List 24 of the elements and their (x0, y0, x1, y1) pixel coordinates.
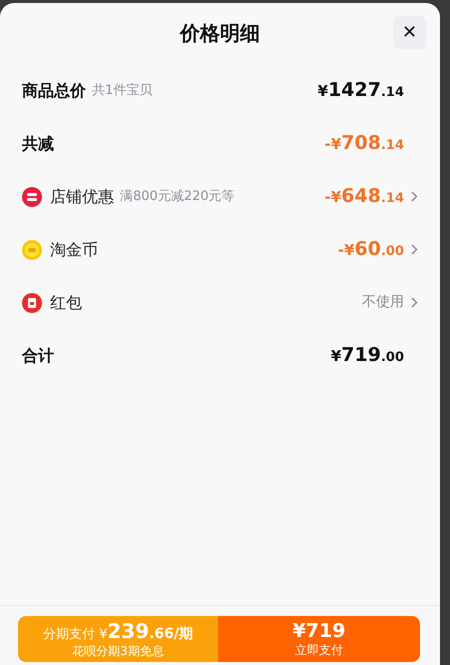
envelope-icon (22, 292, 42, 312)
row-label: 店铺优惠 (50, 186, 114, 208)
chevron-right-icon (411, 191, 418, 202)
row-value: ¥1427.14 (318, 78, 404, 104)
row-label: 共减 (22, 132, 54, 154)
row-label: 红包 (50, 292, 82, 314)
row-value: -¥708.14 (324, 131, 404, 156)
installment-pay-button[interactable]: 分期支付 ¥239.66/期 花呗分期3期免息 (18, 616, 218, 662)
row-label: 商品总价 (22, 80, 86, 102)
chevron-right-icon (411, 297, 418, 308)
chevron-right-icon (411, 244, 418, 255)
close-button[interactable]: ✕ (393, 16, 426, 49)
row-label: 合计 (22, 344, 54, 366)
sheet-title: 价格明细 (180, 20, 260, 47)
row-note: 满800元减220元等 (120, 188, 235, 206)
row-value: -¥648.14 (324, 184, 404, 210)
shop-icon (22, 186, 42, 206)
row-note: 共1件宝贝 (92, 82, 152, 100)
row-label: 淘金币 (50, 238, 98, 260)
pay-now-button[interactable]: ¥719 立即支付 (218, 616, 420, 662)
row-value: ¥719.00 (330, 343, 404, 368)
row-value: 不使用 (362, 293, 404, 312)
coin-icon (22, 240, 42, 260)
row-value: -¥60.00 (338, 237, 404, 262)
